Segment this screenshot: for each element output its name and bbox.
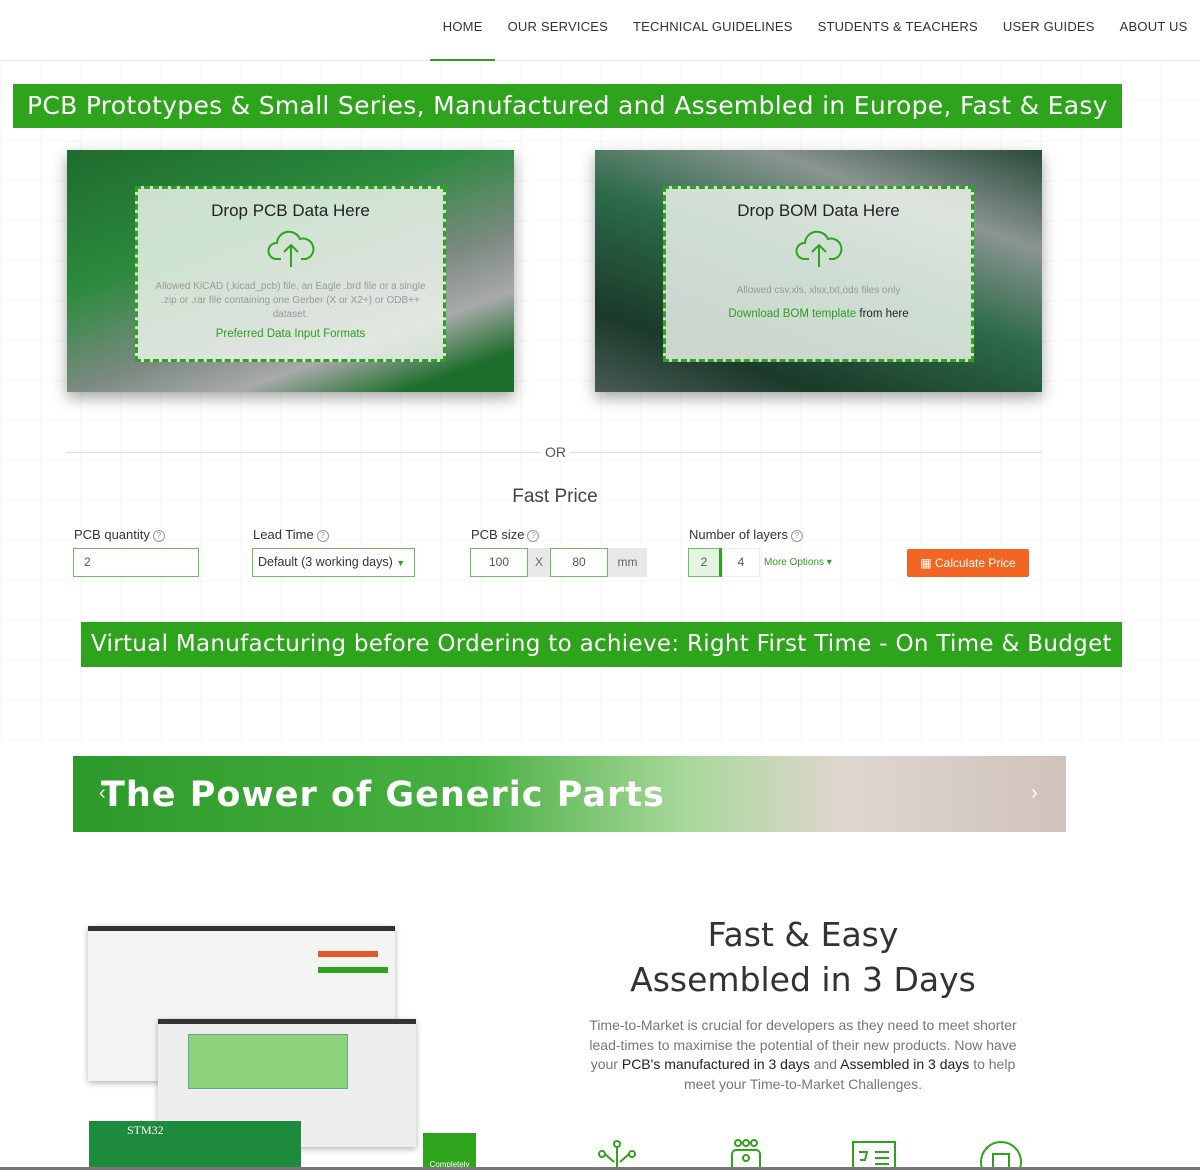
hero-banner: PCB Prototypes & Small Series, Manufactu… — [13, 84, 1122, 128]
bom-drop-title: Drop BOM Data Here — [737, 201, 900, 220]
circuit-tree-icon — [598, 1140, 636, 1170]
help-icon[interactable]: ? — [152, 529, 165, 542]
lead-time-select[interactable]: Default (3 working days) ▼ — [252, 548, 415, 577]
more-options-link[interactable]: More Options ▾ — [764, 557, 832, 568]
layers-label: Number of layers? — [689, 527, 803, 542]
dropdown-arrow-icon: ▼ — [396, 558, 406, 568]
or-divider: OR — [66, 444, 1042, 460]
help-icon[interactable]: ? — [790, 529, 803, 542]
layers-4-option[interactable]: 4 — [722, 548, 760, 577]
nav-user-guides[interactable]: USER GUIDES — [990, 0, 1107, 61]
layers-2-option[interactable]: 2 — [688, 548, 722, 577]
feature-heading-2: Assembled in 3 Days — [630, 960, 976, 999]
chip-network-icon — [730, 1139, 761, 1170]
nav-about[interactable]: ABOUT US — [1107, 0, 1200, 61]
nav-services[interactable]: OUR SERVICES — [495, 0, 620, 61]
feature-icons — [594, 1138, 1024, 1170]
nav-home[interactable]: HOME — [430, 0, 496, 61]
size-separator: X — [528, 548, 550, 577]
feature-section: Fast & Easy Assembled in 3 Days Time-to-… — [580, 912, 1026, 1094]
help-icon[interactable]: ? — [316, 529, 329, 542]
or-text: OR — [541, 444, 570, 460]
calculator-icon: ▦ — [920, 556, 932, 570]
main-nav: HOME OUR SERVICES TECHNICAL GUIDELINES S… — [430, 0, 1200, 61]
cloud-upload-icon — [795, 230, 842, 267]
pcb-drop-zone[interactable]: Drop PCB Data Here Allowed KiCAD (.kicad… — [135, 186, 446, 362]
bom-template-link[interactable]: Download BOM template — [728, 308, 856, 320]
pcb-size-y-input[interactable]: 80 — [550, 548, 608, 577]
bom-link-suffix: from here — [856, 308, 909, 320]
nav-guidelines[interactable]: TECHNICAL GUIDELINES — [621, 0, 806, 61]
virtual-manufacturing-banner: Virtual Manufacturing before Ordering to… — [81, 622, 1122, 667]
cloud-upload-icon — [267, 230, 314, 267]
slider-prev-arrow[interactable]: ‹ — [99, 782, 106, 805]
pcb-drop-title: Drop PCB Data Here — [211, 201, 370, 220]
pcb-upload-card[interactable]: Drop PCB Data Here Allowed KiCAD (.kicad… — [67, 150, 514, 392]
promo-slider[interactable]: The Power of Generic Parts ‹ › — [73, 756, 1066, 832]
gear-pcb-icon — [979, 1141, 1022, 1170]
stm32-board-image: STM32 — [89, 1121, 301, 1170]
qty-label: PCB quantity? — [74, 527, 165, 542]
lead-label: Lead Time? — [253, 527, 329, 542]
shopping-list-icon — [852, 1141, 897, 1170]
header: HOME OUR SERVICES TECHNICAL GUIDELINES S… — [0, 0, 1200, 61]
slider-title: The Power of Generic Parts — [101, 775, 665, 815]
pcb-quantity-input[interactable]: 2 — [73, 548, 199, 577]
bom-drop-zone[interactable]: Drop BOM Data Here Allowed csv,xls, xlsx… — [663, 186, 974, 362]
pcb-size-x-input[interactable]: 100 — [470, 548, 528, 577]
nav-students[interactable]: STUDENTS & TEACHERS — [805, 0, 990, 61]
feature-text: Time-to-Market is crucial for developers… — [589, 1017, 1017, 1092]
slider-next-arrow[interactable]: › — [1031, 782, 1038, 805]
preferred-formats-link[interactable]: Preferred Data Input Formats — [216, 328, 366, 340]
bom-upload-card[interactable]: Drop BOM Data Here Allowed csv,xls, xlsx… — [595, 150, 1042, 392]
size-unit: mm — [608, 548, 647, 577]
size-label: PCB size? — [471, 527, 540, 542]
calculate-price-button[interactable]: ▦ Calculate Price — [907, 549, 1029, 577]
fast-price-title: Fast Price — [512, 486, 598, 507]
bom-drop-note: Allowed csv,xls, xlsx,txt,ods files only — [736, 285, 901, 296]
pcb-drop-note: Allowed KiCAD (.kicad_pcb) file, an Eagl… — [155, 281, 426, 320]
feature-heading-1: Fast & Easy — [707, 915, 899, 954]
help-icon[interactable]: ? — [527, 529, 540, 542]
completely-badge: Completely — [423, 1133, 476, 1170]
